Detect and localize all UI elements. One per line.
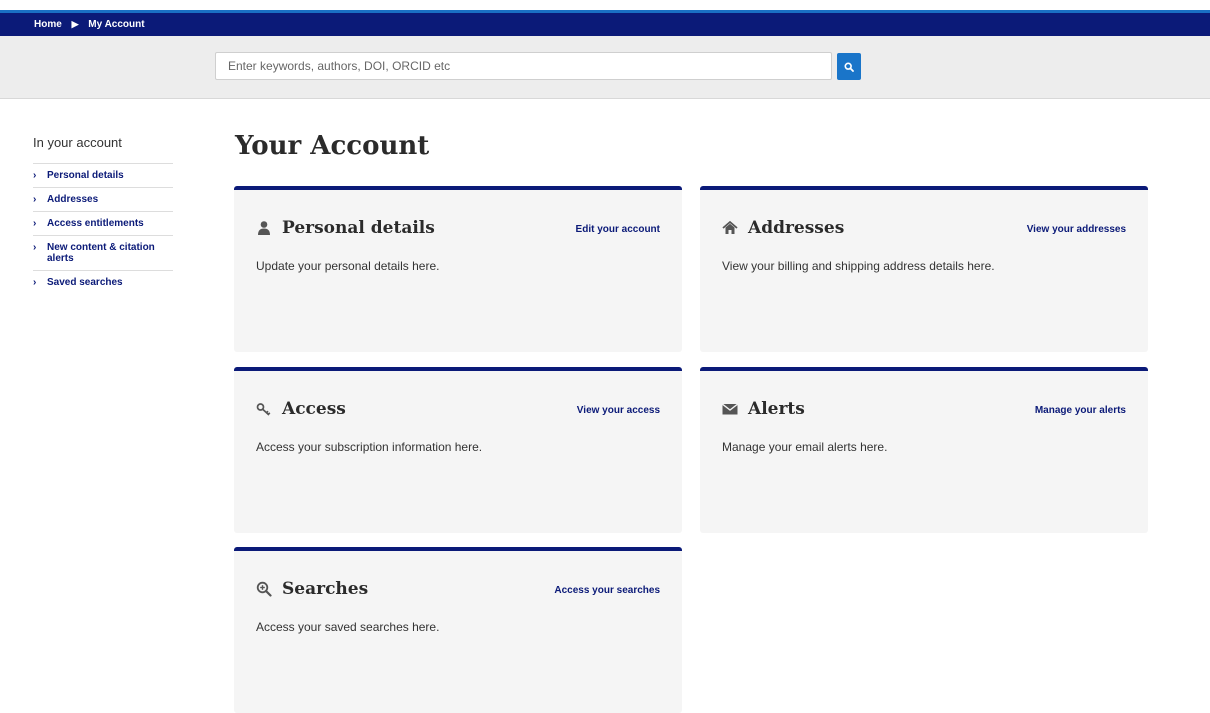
- card-title: Searches: [256, 579, 368, 599]
- card-title: Alerts: [722, 399, 805, 419]
- card-title-text: Alerts: [748, 399, 805, 419]
- view-addresses-link[interactable]: View your addresses: [1027, 224, 1126, 235]
- sidebar-item-access-entitlements[interactable]: › Access entitlements: [33, 212, 173, 236]
- search-band: [0, 36, 1210, 99]
- top-strip: [0, 0, 1210, 10]
- edit-account-link[interactable]: Edit your account: [576, 224, 660, 235]
- card-description: Manage your email alerts here.: [722, 440, 888, 454]
- card-title-text: Addresses: [748, 218, 845, 238]
- card-title-text: Personal details: [282, 218, 435, 238]
- sidebar-item-label: Saved searches: [47, 277, 123, 288]
- sidebar-item-personal-details[interactable]: › Personal details: [33, 164, 173, 188]
- breadcrumb-current: My Account: [88, 19, 145, 30]
- search-button[interactable]: [837, 53, 861, 80]
- envelope-icon: [722, 403, 738, 415]
- card-addresses: Addresses View your addresses View your …: [700, 186, 1148, 352]
- home-icon: [722, 220, 738, 234]
- card-title: Personal details: [256, 218, 435, 238]
- card-access: Access View your access Access your subs…: [234, 367, 682, 533]
- card-personal-details: Personal details Edit your account Updat…: [234, 186, 682, 352]
- chevron-right-icon: ›: [33, 194, 37, 205]
- user-icon: [258, 221, 270, 235]
- card-searches: Searches Access your searches Access you…: [234, 547, 682, 713]
- breadcrumb: Home ▶ My Account: [34, 19, 145, 30]
- card-description: View your billing and shipping address d…: [722, 259, 995, 273]
- card-title: Access: [256, 399, 346, 419]
- card-alerts: Alerts Manage your alerts Manage your em…: [700, 367, 1148, 533]
- search-input[interactable]: [215, 52, 832, 80]
- breadcrumb-home[interactable]: Home: [34, 19, 62, 30]
- breadcrumb-bar: Home ▶ My Account: [0, 10, 1210, 36]
- breadcrumb-arrow-icon: ▶: [71, 19, 79, 29]
- search-icon: [844, 61, 854, 72]
- manage-alerts-link[interactable]: Manage your alerts: [1035, 405, 1126, 416]
- sidebar-list: › Personal details › Addresses › Access ent…: [33, 163, 173, 294]
- access-searches-link[interactable]: Access your searches: [554, 585, 660, 596]
- card-description: Access your saved searches here.: [256, 620, 440, 634]
- chevron-right-icon: ›: [33, 218, 37, 229]
- sidebar-item-label: Addresses: [47, 194, 99, 205]
- view-access-link[interactable]: View your access: [577, 405, 660, 416]
- sidebar-item-label: Access entitlements: [47, 218, 144, 229]
- card-title: Addresses: [722, 218, 844, 238]
- sidebar-title: In your account: [33, 135, 122, 150]
- sidebar-item-label: Personal details: [47, 170, 124, 181]
- chevron-right-icon: ›: [33, 277, 37, 288]
- sidebar-item-alerts[interactable]: › New content & citation alerts: [33, 236, 173, 271]
- chevron-right-icon: ›: [33, 242, 37, 253]
- sidebar-item-saved-searches[interactable]: › Saved searches: [33, 271, 173, 294]
- account-sidebar: In your account › Personal details › Addre…: [33, 135, 173, 294]
- sidebar-item-addresses[interactable]: › Addresses: [33, 188, 173, 212]
- page-title: Your Account: [235, 131, 430, 161]
- search-plus-icon: [256, 581, 272, 597]
- card-description: Update your personal details here.: [256, 259, 440, 273]
- card-description: Access your subscription information her…: [256, 440, 483, 454]
- card-title-text: Access: [282, 399, 346, 419]
- chevron-right-icon: ›: [33, 170, 37, 181]
- sidebar-item-label: New content & citation alerts: [47, 242, 155, 264]
- card-title-text: Searches: [282, 579, 369, 599]
- key-icon: [256, 403, 271, 416]
